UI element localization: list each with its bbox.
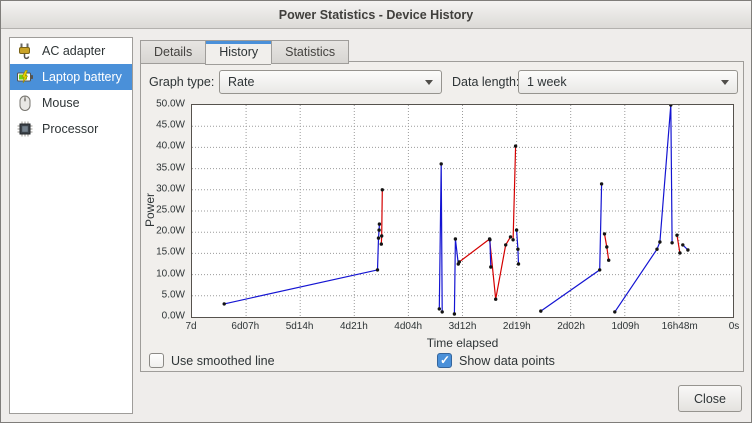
y-tick-label: 30.0W — [156, 183, 185, 194]
graph-type-value: Rate — [228, 75, 254, 89]
device-item-laptop-battery[interactable]: Laptop battery — [10, 64, 132, 90]
x-tick-label: 6d07h — [231, 321, 259, 332]
data-length-label: Data length: — [452, 75, 519, 89]
x-tick-label: 2d02h — [557, 321, 585, 332]
x-tick-label: 4d04h — [394, 321, 422, 332]
x-tick-label: 4d21h — [340, 321, 368, 332]
data-length-select[interactable]: 1 week — [518, 70, 738, 94]
device-item-mouse[interactable]: Mouse — [10, 90, 132, 116]
y-tick-label: 5.0W — [162, 289, 185, 300]
y-tick-label: 35.0W — [156, 162, 185, 173]
window-title: Power Statistics - Device History — [279, 8, 474, 22]
close-button[interactable]: Close — [678, 385, 742, 412]
x-tick-label: 7d — [185, 321, 196, 332]
y-tick-label: 0.0W — [162, 311, 185, 322]
history-page: Graph type: Rate Data length: 1 week Pow… — [140, 61, 744, 372]
x-tick-label: 0s — [729, 321, 740, 332]
x-tick-label: 5d14h — [286, 321, 314, 332]
graph-type-label: Graph type: — [149, 75, 214, 89]
smoothed-line-checkbox[interactable]: Use smoothed line — [149, 353, 275, 368]
device-list: AC adapter Laptop battery M — [9, 37, 133, 414]
graph-type-select[interactable]: Rate — [219, 70, 442, 94]
show-data-points-checkbox[interactable]: Show data points — [437, 353, 555, 368]
y-tick-label: 25.0W — [156, 205, 185, 216]
x-tick-label: 2d19h — [503, 321, 531, 332]
x-tick-label: 1d09h — [611, 321, 639, 332]
smoothed-line-label: Use smoothed line — [171, 354, 275, 368]
tab-history[interactable]: History — [205, 40, 271, 65]
y-tick-label: 20.0W — [156, 226, 185, 237]
y-tick-label: 15.0W — [156, 247, 185, 258]
tab-details[interactable]: Details — [140, 40, 205, 64]
chevron-down-icon — [721, 80, 729, 85]
data-length-value: 1 week — [527, 75, 567, 89]
device-item-label: Processor — [42, 122, 98, 136]
device-item-label: Mouse — [42, 96, 80, 110]
power-statistics-window: Power Statistics - Device History AC ada… — [0, 0, 752, 423]
notebook-tabs: Details History Statistics — [140, 40, 349, 64]
x-axis-ticks: 7d6d07h5d14h4d21h4d04h3d12h2d19h2d02h1d0… — [191, 321, 734, 333]
x-axis-title: Time elapsed — [191, 336, 734, 350]
device-item-ac-adapter[interactable]: AC adapter — [10, 38, 132, 64]
device-item-label: AC adapter — [42, 44, 105, 58]
processor-icon — [14, 118, 36, 140]
y-tick-label: 40.0W — [156, 141, 185, 152]
y-tick-label: 45.0W — [156, 120, 185, 131]
titlebar[interactable]: Power Statistics - Device History — [1, 1, 751, 29]
tab-statistics[interactable]: Statistics — [271, 40, 349, 64]
show-data-points-label: Show data points — [459, 354, 555, 368]
x-tick-label: 16h48m — [662, 321, 698, 332]
checkbox-box[interactable] — [149, 353, 164, 368]
device-item-processor[interactable]: Processor — [10, 116, 132, 142]
history-chart — [191, 104, 734, 318]
battery-icon — [14, 66, 36, 88]
chart-canvas — [192, 105, 733, 317]
device-item-label: Laptop battery — [42, 70, 122, 84]
checkbox-box[interactable] — [437, 353, 452, 368]
chevron-down-icon — [425, 80, 433, 85]
x-tick-label: 3d12h — [449, 321, 477, 332]
y-tick-label: 10.0W — [156, 268, 185, 279]
y-tick-label: 50.0W — [156, 99, 185, 110]
ac-adapter-icon — [14, 40, 36, 62]
mouse-icon — [14, 92, 36, 114]
y-axis-ticks: 0.0W5.0W10.0W15.0W20.0W25.0W30.0W35.0W40… — [153, 104, 188, 316]
